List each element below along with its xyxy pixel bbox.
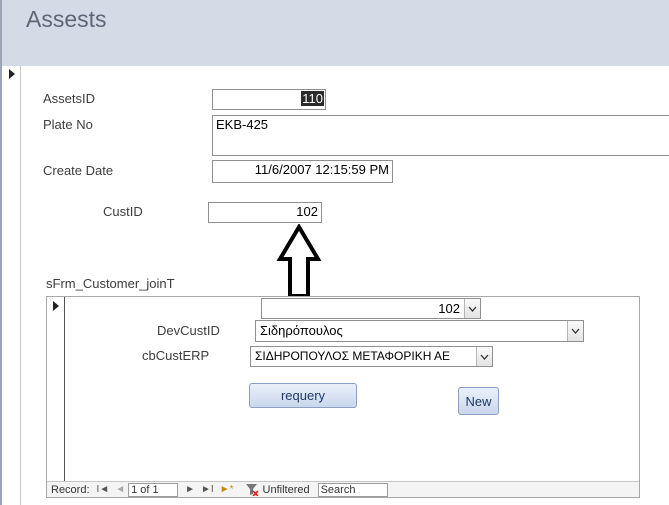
chevron-down-icon[interactable] (476, 347, 492, 366)
filter-toggle[interactable]: Unfiltered (245, 483, 310, 496)
cust-id-value: 102 (296, 204, 318, 219)
chevron-down-icon[interactable] (567, 321, 583, 341)
assets-id-value: 110 (301, 91, 324, 106)
record-navigation-bar: Record: I◄ ◄ 1 of 1 ► ►I ►* Unfiltered S… (47, 481, 639, 497)
record-pointer-icon (9, 69, 15, 79)
subform-customer-join: 102 DevCustID Σιδηρόπουλος cbCustERP ΣΙΔ… (46, 296, 640, 498)
subform-label: sFrm_Customer_joinT (46, 276, 175, 291)
chevron-down-icon[interactable] (464, 299, 480, 318)
next-record-button[interactable]: ► (182, 484, 198, 495)
dev-cust-id-combo[interactable]: Σιδηρόπουλος (255, 320, 584, 342)
assets-id-field[interactable]: 110 (212, 89, 326, 110)
cust-id-field[interactable]: 102 (208, 202, 322, 223)
cb-cust-erp-combo[interactable]: ΣΙΔΗΡΟΠΟΥΛΟΣ ΜΕΤΑΦΟΡΙΚΗ ΑΕ (250, 346, 493, 367)
create-date-label: Create Date (43, 163, 114, 178)
record-position-field[interactable]: 1 of 1 (128, 482, 179, 497)
new-button[interactable]: New (458, 387, 499, 415)
form-header: Assests (0, 0, 669, 66)
last-record-button[interactable]: ►I (198, 484, 217, 495)
create-date-value: 11/6/2007 12:15:59 PM (254, 162, 389, 177)
plate-no-label: Plate No (43, 117, 93, 132)
up-arrow-icon (276, 224, 322, 298)
dev-cust-id-value: Σιδηρόπουλος (260, 323, 343, 338)
record-selector[interactable] (0, 66, 21, 505)
record-label: Record: (51, 483, 90, 496)
first-record-button[interactable]: I◄ (94, 484, 113, 495)
no-filter-icon (245, 484, 259, 496)
dev-cust-id-label: DevCustID (157, 323, 220, 338)
requery-button[interactable]: requery (249, 383, 357, 408)
form-title: Assests (26, 6, 107, 32)
search-input[interactable]: Search (317, 482, 388, 497)
cust-id-label: CustID (103, 204, 143, 219)
record-pointer-icon (53, 301, 59, 311)
filter-label: Unfiltered (262, 483, 310, 496)
cb-cust-erp-value: ΣΙΔΗΡΟΠΟΥΛΟΣ ΜΕΤΑΦΟΡΙΚΗ ΑΕ (255, 349, 451, 363)
plate-no-value: EKB-425 (216, 117, 269, 132)
cust-id-combo-value: 102 (438, 301, 460, 316)
create-date-field[interactable]: 11/6/2007 12:15:59 PM (212, 160, 393, 183)
subform-record-selector[interactable] (47, 297, 65, 481)
cust-id-combo[interactable]: 102 (261, 298, 481, 319)
cb-cust-erp-label: cbCustERP (142, 348, 210, 363)
assets-id-label: AssetsID (43, 91, 96, 106)
previous-record-button[interactable]: ◄ (112, 484, 128, 495)
new-record-button[interactable]: ►* (217, 484, 237, 495)
plate-no-field[interactable]: EKB-425 (212, 115, 669, 156)
